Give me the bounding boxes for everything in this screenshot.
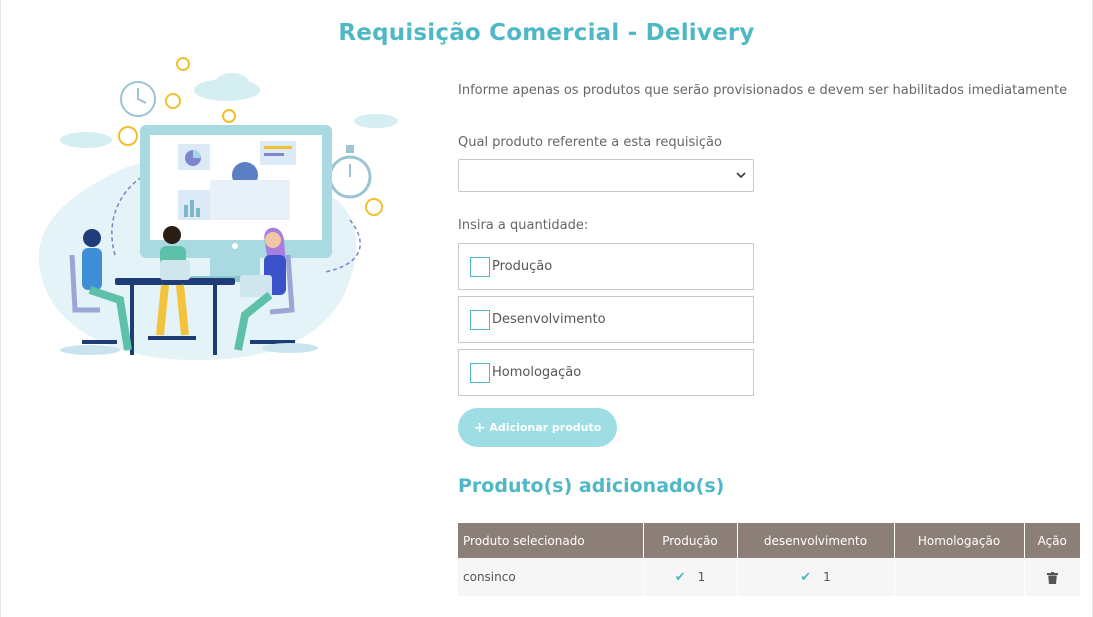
table-header-row: Produto selecionado Produção desenvolvim… (458, 523, 1080, 558)
col-producao: Produção (643, 523, 738, 558)
cell-homologacao (894, 558, 1025, 596)
cell-producao: ✔ 1 (643, 558, 738, 596)
cell-product: consinco (458, 558, 644, 596)
added-products-table: Produto selecionado Produção desenvolvim… (458, 523, 1080, 596)
producao-checkbox[interactable] (470, 257, 490, 277)
checkmark-icon: ✔ (800, 569, 812, 585)
intro-text: Informe apenas os produtos que serão pro… (458, 83, 1068, 98)
quantity-label: Insira a quantidade: (458, 218, 589, 233)
product-select-label: Qual produto referente a esta requisição (458, 135, 722, 150)
added-products-title: Produto(s) adicionado(s) (458, 475, 725, 497)
col-produto-selecionado: Produto selecionado (458, 523, 644, 558)
page-title: Requisição Comercial - Delivery (338, 20, 755, 46)
cell-desenvolvimento: ✔ 1 (737, 558, 895, 596)
desenvolvimento-label: Desenvolvimento (492, 312, 606, 327)
trash-icon[interactable] (1046, 571, 1058, 584)
homologacao-checkbox[interactable] (470, 363, 490, 383)
frame-border-left (0, 0, 1, 617)
desenvolvimento-qty: 1 (823, 569, 831, 584)
product-select[interactable] (458, 159, 754, 192)
col-desenvolvimento: desenvolvimento (737, 523, 895, 558)
homologacao-label: Homologação (492, 365, 582, 380)
add-product-button[interactable]: + Adicionar produto (458, 408, 617, 447)
cell-acao (1024, 558, 1080, 596)
desenvolvimento-checkbox[interactable] (470, 310, 490, 330)
col-homologacao: Homologação (894, 523, 1025, 558)
producao-qty: 1 (697, 569, 706, 584)
env-row-homologacao[interactable]: Homologação (458, 349, 754, 396)
checkmark-icon: ✔ (674, 569, 686, 585)
add-product-label: Adicionar produto (489, 421, 602, 434)
env-row-desenvolvimento[interactable]: Desenvolvimento (458, 296, 754, 343)
table-row: consinco ✔ 1 ✔ 1 (458, 558, 1080, 596)
env-row-producao[interactable]: Produção (458, 243, 754, 290)
plus-icon: + (473, 419, 486, 436)
col-acao: Ação (1024, 523, 1080, 558)
producao-label: Produção (492, 259, 553, 274)
team-illustration (38, 57, 398, 361)
chevron-down-icon (736, 172, 746, 179)
